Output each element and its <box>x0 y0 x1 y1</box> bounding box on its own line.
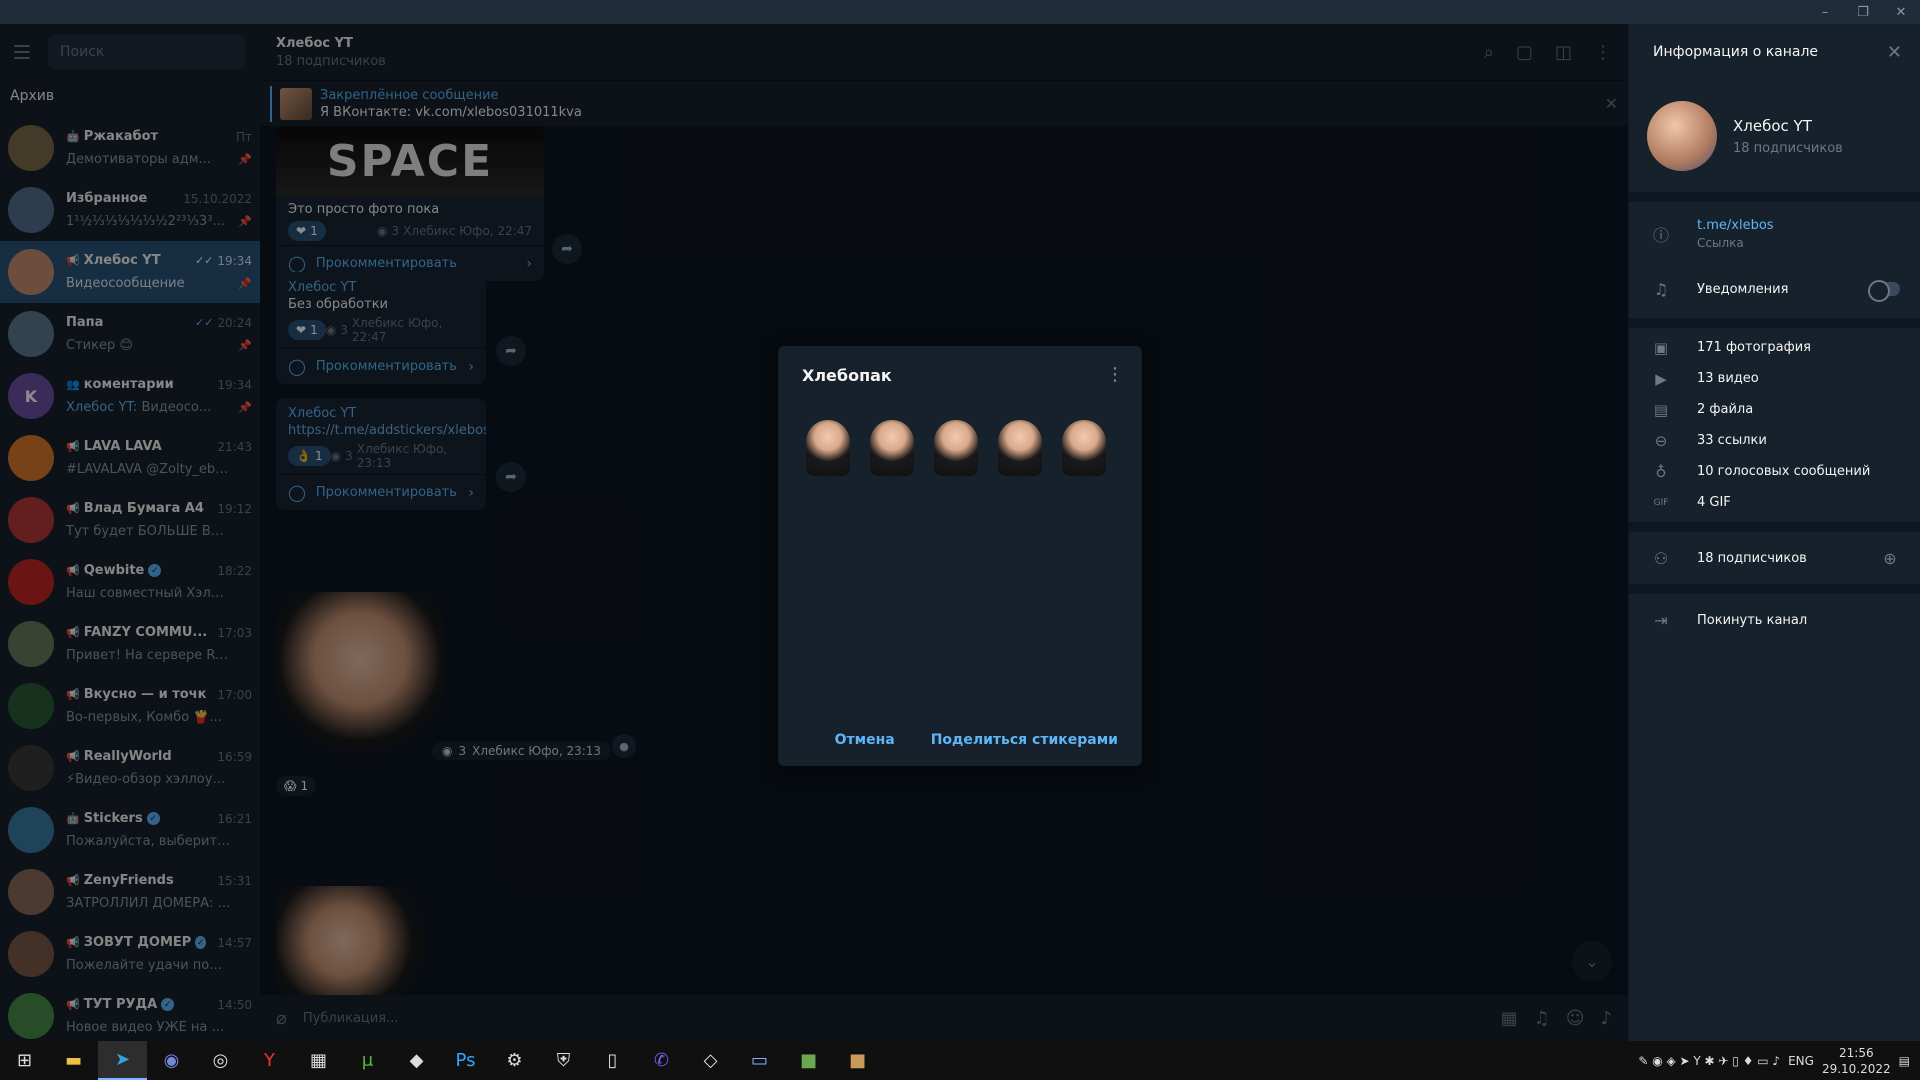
sticker-image <box>934 420 978 476</box>
shared-media-label: 2 файла <box>1697 402 1754 417</box>
shared-media-row[interactable]: ▣ 171 фотография <box>1629 332 1920 363</box>
dialog-title: Хлебопак <box>802 366 892 385</box>
video-icon: ▶ <box>1655 369 1667 388</box>
sticker[interactable] <box>866 414 918 476</box>
shared-media-label: 13 видео <box>1697 371 1759 386</box>
leave-channel-row[interactable]: ⇥ Покинуть канал <box>1629 594 1920 646</box>
info-header: Информация о канале ✕ <box>1629 24 1920 80</box>
clock-time: 21:56 <box>1839 1045 1874 1060</box>
file-explorer-icon[interactable]: ▬ <box>49 1041 98 1080</box>
notifications-row[interactable]: ♫ Уведомления <box>1629 266 1920 312</box>
add-user-icon[interactable]: ⊕ <box>1880 549 1900 568</box>
shared-media-label: 10 голосовых сообщений <box>1697 464 1871 479</box>
discord-icon[interactable]: ◉ <box>147 1041 196 1080</box>
notifications-toggle[interactable] <box>1868 280 1900 302</box>
shared-media-label: 33 ссылки <box>1697 433 1767 448</box>
restore-button[interactable]: ❐ <box>1844 0 1882 24</box>
mouse-icon[interactable]: ▯ <box>588 1041 637 1080</box>
minecraft-launcher-icon[interactable]: ■ <box>833 1041 882 1080</box>
shared-media-row[interactable]: ♁ 10 голосовых сообщений <box>1629 456 1920 487</box>
share-stickers-button[interactable]: Поделиться стикерами <box>931 732 1118 748</box>
sticker-pack-dialog: Хлебопак ⋮ Отмена Поделиться стикерами <box>778 346 1142 766</box>
photo-icon: ▣ <box>1653 338 1669 357</box>
sticker[interactable] <box>930 414 982 476</box>
tray-icons[interactable]: ✎ ◉ ◈ ➤ Y ✱ ✈ ▯ ♦ ▭ ♪ <box>1638 1054 1780 1068</box>
telegram-app: Архив 🤖 Ржакабот Пт Демотиваторы адм... <box>0 24 1920 1041</box>
image-viewer-icon[interactable]: ▭ <box>735 1041 784 1080</box>
divider <box>1629 192 1920 202</box>
shared-media-label: 4 GIF <box>1697 495 1731 510</box>
security-icon[interactable]: ⛨ <box>539 1041 588 1080</box>
leave-icon: ⇥ <box>1654 610 1668 630</box>
channel-info-panel: Информация о канале ✕ Хлебос YT 18 подпи… <box>1628 24 1920 1041</box>
members-label: 18 подписчиков <box>1697 550 1807 566</box>
shared-media-row[interactable]: ▤ 2 файла <box>1629 394 1920 425</box>
window-titlebar: – ❐ ✕ <box>0 0 1920 24</box>
info-icon: ⓘ <box>1652 226 1669 245</box>
channel-link-row[interactable]: ⓘ t.me/xlebos Ссылка <box>1629 202 1920 266</box>
telegram-icon[interactable]: ➤ <box>98 1041 147 1080</box>
notifications-label: Уведомления <box>1697 281 1789 297</box>
channel-link-label: Ссылка <box>1697 236 1744 250</box>
shared-media-row[interactable]: ⊖ 33 ссылки <box>1629 425 1920 456</box>
channel-avatar[interactable] <box>1647 101 1717 171</box>
divider <box>1629 584 1920 594</box>
settings-icon[interactable]: ⚙ <box>490 1041 539 1080</box>
close-window-button[interactable]: ✕ <box>1882 0 1920 24</box>
channel-link[interactable]: t.me/xlebos <box>1697 218 1900 233</box>
clock[interactable]: 21:56 29.10.2022 <box>1822 1045 1891 1077</box>
info-title: Информация о канале <box>1653 44 1819 60</box>
members-icon: ⚇ <box>1653 548 1669 568</box>
roblox-studio-icon[interactable]: ◇ <box>686 1041 735 1080</box>
start-icon[interactable]: ⊞ <box>0 1041 49 1080</box>
file-icon: ▤ <box>1653 400 1669 419</box>
sticker-image <box>806 420 850 476</box>
viber-icon[interactable]: ✆ <box>637 1041 686 1080</box>
sticker-image <box>1062 420 1106 476</box>
leave-label: Покинуть канал <box>1697 612 1808 628</box>
close-icon[interactable]: ✕ <box>1887 42 1902 63</box>
steam-icon[interactable]: ◎ <box>196 1041 245 1080</box>
divider <box>1629 522 1920 532</box>
yandex-browser-icon[interactable]: Y <box>245 1041 294 1080</box>
channel-profile: Хлебос YT 18 подписчиков <box>1629 80 1920 192</box>
sticker-image <box>870 420 914 476</box>
sticker[interactable] <box>994 414 1046 476</box>
windows-taskbar: ⊞ ▬ ➤ ◉ ◎ Y ▦ μ ◆ Ps ⚙ ⛨ ▯ ✆ ◇ ▭ ■ ■ ✎ ◉… <box>0 1041 1920 1080</box>
photoshop-icon[interactable]: Ps <box>441 1041 490 1080</box>
sticker[interactable] <box>1058 414 1110 476</box>
torrent-icon[interactable]: μ <box>343 1041 392 1080</box>
roblox-icon[interactable]: ◆ <box>392 1041 441 1080</box>
shared-media-label: 171 фотография <box>1697 340 1811 355</box>
notification-center-icon[interactable]: ▤ <box>1899 1054 1910 1068</box>
dialog-actions: Отмена Поделиться стикерами <box>835 732 1118 748</box>
more-vertical-icon[interactable]: ⋮ <box>1106 364 1124 385</box>
sticker-image <box>998 420 1042 476</box>
sticker-grid <box>802 414 1110 476</box>
language-indicator[interactable]: ENG <box>1788 1054 1814 1068</box>
minecraft-icon[interactable]: ■ <box>784 1041 833 1080</box>
link-icon: ⊖ <box>1654 431 1668 450</box>
bell-icon: ♫ <box>1653 279 1669 299</box>
shared-media-list: ▣ 171 фотография ▶ 13 видео ▤ 2 файла ⊖ 33 … <box>1629 328 1920 522</box>
shared-media-row[interactable]: GIF 4 GIF <box>1629 487 1920 518</box>
cancel-button[interactable]: Отмена <box>835 732 895 748</box>
mic-icon: ♁ <box>1655 462 1667 481</box>
app-icon[interactable]: ▦ <box>294 1041 343 1080</box>
minimize-button[interactable]: – <box>1806 0 1844 24</box>
shared-media-row[interactable]: ▶ 13 видео <box>1629 363 1920 394</box>
clock-date: 29.10.2022 <box>1821 1061 1891 1076</box>
sticker[interactable] <box>802 414 854 476</box>
members-row[interactable]: ⚇ 18 подписчиков ⊕ <box>1629 532 1920 584</box>
divider <box>1629 318 1920 328</box>
channel-subscribers: 18 подписчиков <box>1733 140 1843 156</box>
system-tray: ✎ ◉ ◈ ➤ Y ✱ ✈ ▯ ♦ ▭ ♪ ENG 21:56 29.10.20… <box>1638 1045 1920 1077</box>
gif-icon: GIF <box>1653 497 1669 508</box>
channel-name: Хлебос YT <box>1733 116 1812 135</box>
